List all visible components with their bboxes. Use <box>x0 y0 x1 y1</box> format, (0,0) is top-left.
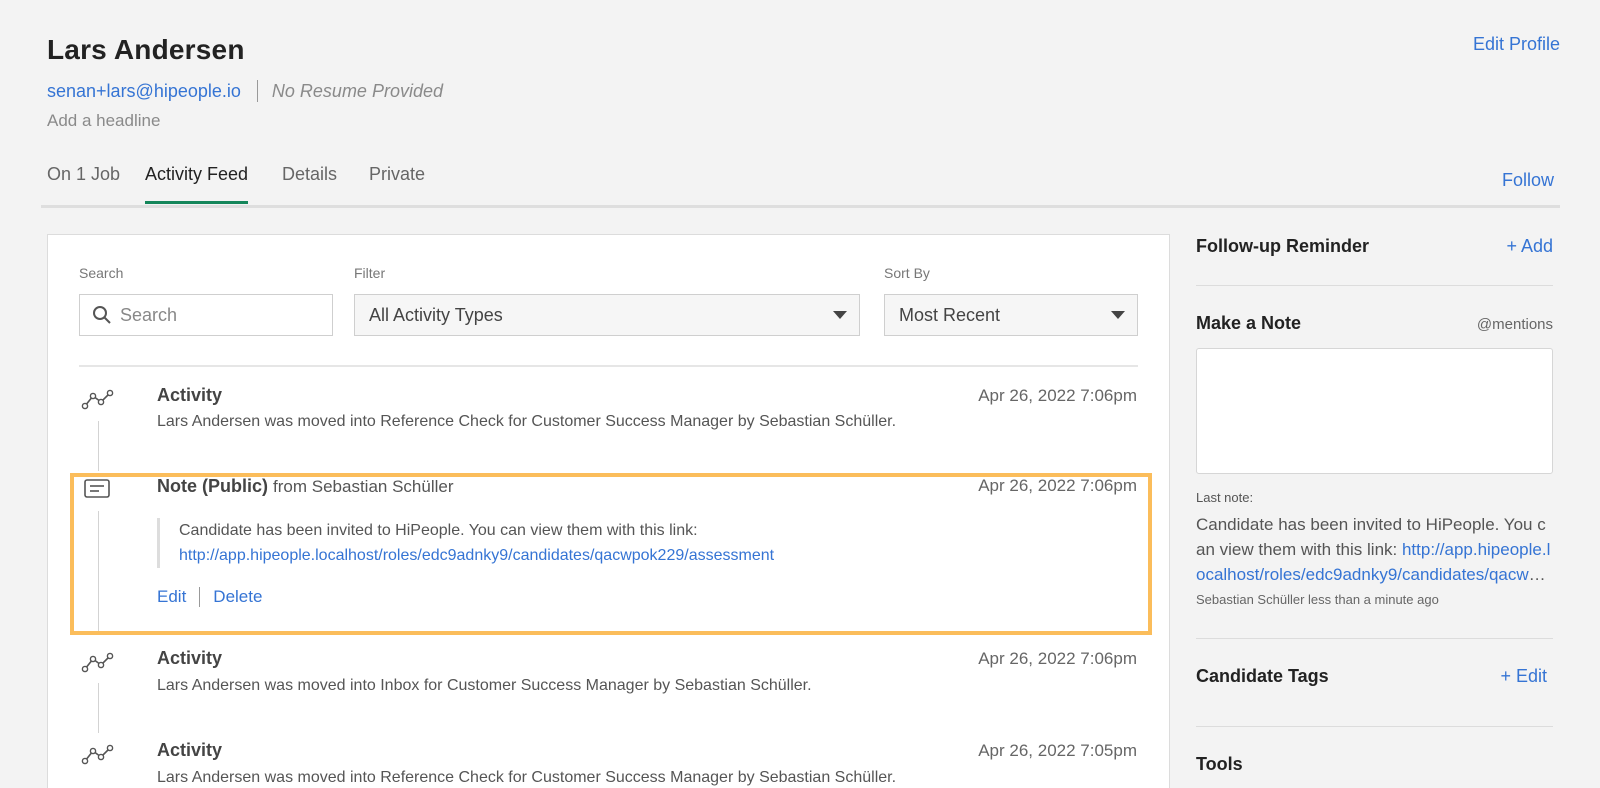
edit-tags-button[interactable]: + Edit <box>1500 666 1547 687</box>
candidate-tags-title: Candidate Tags <box>1196 666 1329 686</box>
profile-tabs: On 1 Job Activity Feed Details Private F… <box>41 160 1560 208</box>
follow-link[interactable]: Follow <box>1502 170 1554 191</box>
chevron-down-icon <box>833 311 847 319</box>
candidate-subline: senan+lars@hipeople.io No Resume Provide… <box>47 80 443 102</box>
feed-item-time: Apr 26, 2022 7:06pm <box>978 476 1137 495</box>
filter-label: Filter <box>354 265 386 281</box>
search-label: Search <box>79 265 124 281</box>
sort-label: Sort By <box>884 265 930 281</box>
search-box[interactable] <box>79 294 333 336</box>
add-headline[interactable]: Add a headline <box>47 111 443 131</box>
search-input[interactable] <box>120 304 320 326</box>
note-author: from Sebastian Schüller <box>273 477 454 496</box>
search-icon <box>93 306 111 324</box>
timeline-connector <box>98 421 99 471</box>
note-icon <box>84 479 110 498</box>
note-actions: Edit Delete <box>157 587 262 607</box>
feed-item-text: Lars Andersen was moved into Reference C… <box>157 413 897 430</box>
last-note-label: Last note: <box>1196 490 1254 505</box>
filter-value: All Activity Types <box>369 304 503 325</box>
tab-on-job[interactable]: On 1 Job <box>47 164 120 201</box>
tab-activity-feed[interactable]: Activity Feed <box>145 164 249 204</box>
section-divider <box>1196 638 1553 639</box>
followup-reminder-title: Follow-up Reminder <box>1196 236 1369 256</box>
tab-private[interactable]: Private <box>369 164 425 201</box>
last-note-meta: Sebastian Schüller less than a minute ag… <box>1196 592 1439 607</box>
note-body: Candidate has been invited to HiPeople. … <box>157 518 774 568</box>
make-note-title: Make a Note <box>1196 313 1302 333</box>
delete-note-button[interactable]: Delete <box>213 587 262 607</box>
section-divider <box>1196 726 1553 727</box>
note-title: Note (Public) <box>157 476 268 496</box>
note-link[interactable]: http://app.hipeople.localhost/roles/edc9… <box>179 547 774 564</box>
tab-details[interactable]: Details <box>282 164 337 201</box>
candidate-name: Lars Andersen <box>47 34 245 65</box>
note-text: Candidate has been invited to HiPeople. … <box>179 522 698 539</box>
section-divider <box>1196 285 1553 286</box>
activity-type-select[interactable]: All Activity Types <box>354 294 860 336</box>
sort-value: Most Recent <box>899 304 1001 325</box>
note-textarea[interactable] <box>1196 348 1553 474</box>
resume-status: No Resume Provided <box>271 80 443 101</box>
candidate-email-link[interactable]: senan+lars@hipeople.io <box>47 81 241 102</box>
tools-title: Tools <box>1196 754 1243 774</box>
feed-item-time: Apr 26, 2022 7:06pm <box>978 386 1137 405</box>
feed-item-title: Activity <box>157 385 223 405</box>
feed-item-time: Apr 26, 2022 7:05pm <box>978 741 1137 760</box>
feed-item-title: Activity <box>157 648 223 668</box>
sort-select[interactable]: Most Recent <box>884 294 1138 336</box>
feed-item-text: Lars Andersen was moved into Reference C… <box>157 769 897 786</box>
activity-icon <box>81 389 114 410</box>
filter-divider <box>79 365 1138 367</box>
add-reminder-button[interactable]: + Add <box>1506 236 1553 257</box>
feed-item-title: Note (Public) from Sebastian Schüller <box>157 476 454 497</box>
last-note-text: Candidate has been invited to HiPeople. … <box>1196 512 1553 587</box>
timeline-connector <box>98 683 99 733</box>
chevron-down-icon <box>1111 311 1125 319</box>
divider <box>256 80 258 102</box>
feed-item-time: Apr 26, 2022 7:06pm <box>978 649 1137 668</box>
edit-profile-link[interactable]: Edit Profile <box>1473 34 1560 55</box>
activity-feed-panel: Search Filter All Activity Types Sort By… <box>47 234 1170 788</box>
feed-item-text: Lars Andersen was moved into Inbox for C… <box>157 677 812 694</box>
candidate-header: Lars Andersen senan+lars@hipeople.io No … <box>47 34 443 131</box>
activity-icon <box>81 744 114 765</box>
divider <box>199 587 201 607</box>
activity-icon <box>81 652 114 673</box>
mentions-hint: @mentions <box>1476 316 1553 333</box>
edit-note-button[interactable]: Edit <box>157 587 186 607</box>
feed-item-title: Activity <box>157 740 223 760</box>
